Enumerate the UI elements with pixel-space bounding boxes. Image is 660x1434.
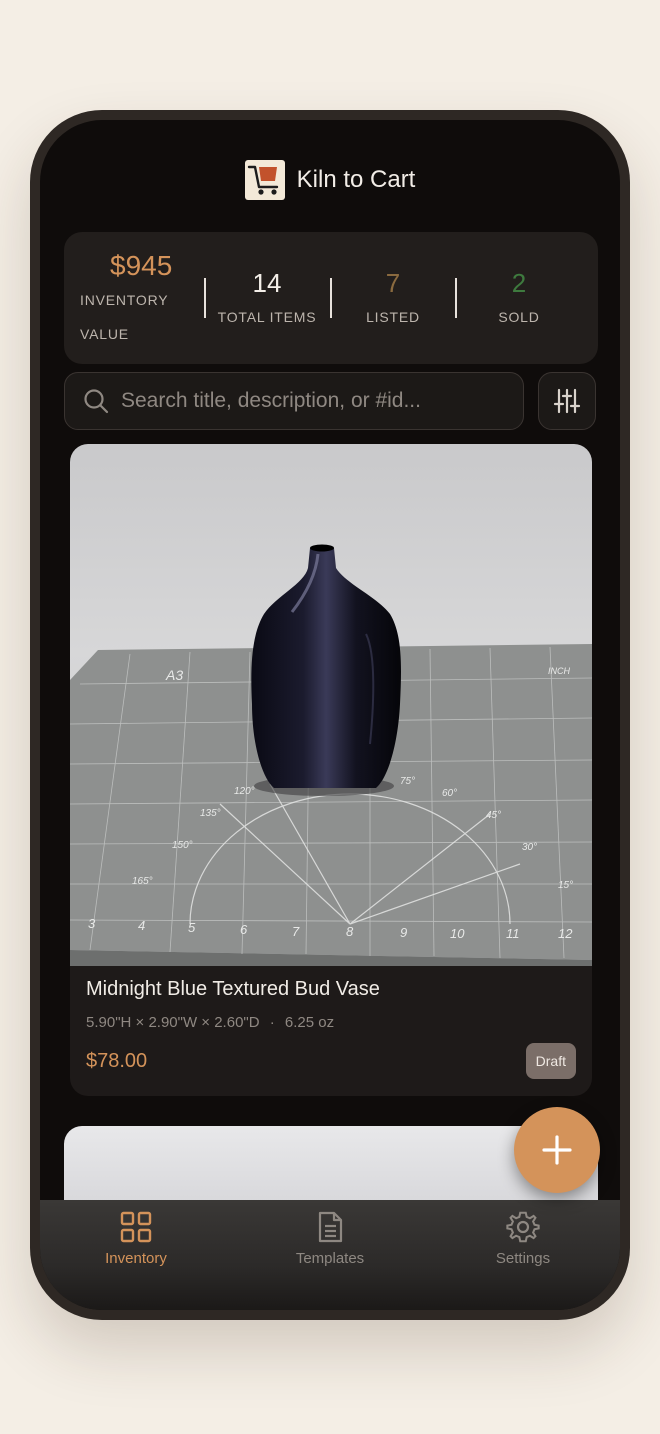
stat-divider (455, 278, 457, 318)
document-icon (318, 1211, 343, 1243)
add-item-button[interactable] (514, 1107, 600, 1193)
sliders-icon (553, 388, 581, 414)
stat-divider (204, 278, 206, 318)
tab-templates[interactable]: Templates (260, 1210, 400, 1267)
product-card[interactable]: A3 INCH 3 4 5 6 7 8 9 10 11 12 120° 135°… (70, 444, 592, 1096)
product-photo: A3 INCH 3 4 5 6 7 8 9 10 11 12 120° 135°… (70, 444, 592, 966)
status-badge: Draft (525, 1043, 576, 1079)
angle-label: 45° (486, 810, 501, 821)
stat-total-items: 14 TOTAL ITEMS (212, 268, 322, 325)
stat-inventory-value: $945 INVENTORY VALUE (72, 250, 212, 350)
tab-label: Settings (495, 1250, 551, 1267)
grid-icon (120, 1211, 152, 1243)
product-title: Midnight Blue Textured Bud Vase (86, 978, 380, 1000)
tab-label: Inventory (105, 1250, 167, 1267)
stat-divider (330, 278, 332, 318)
ruler-number: 11 (506, 926, 520, 941)
tab-settings[interactable]: Settings (453, 1210, 593, 1267)
angle-label: 15° (558, 880, 573, 891)
total-items-number: 14 (252, 268, 282, 298)
app-screen: Kiln to Cart $945 INVENTORY VALUE 14 TOT… (40, 120, 620, 1310)
ruler-number: 12 (558, 926, 573, 941)
angle-label: 60° (442, 788, 457, 799)
angle-label: 135° (200, 808, 221, 819)
angle-label: 165° (132, 876, 153, 887)
ruler-number: 5 (188, 920, 196, 935)
mat-sublabel: INCH (548, 666, 570, 676)
angle-label: 120° (234, 786, 255, 797)
stats-panel: $945 INVENTORY VALUE 14 TOTAL ITEMS 7 LI… (64, 232, 598, 364)
product-weight: 6.25 oz (284, 1014, 335, 1031)
inventory-value-label-2: VALUE (80, 326, 129, 342)
angle-label: 150° (172, 840, 193, 851)
sold-label: SOLD (498, 309, 540, 325)
product-meta: 5.90"H × 2.90"W × 2.60"D · 6.25 oz (86, 1014, 334, 1031)
sold-number: 2 (511, 268, 527, 298)
product-price: $78.00 (86, 1050, 148, 1072)
tab-inventory[interactable]: Inventory (66, 1210, 206, 1267)
listed-label: LISTED (366, 309, 420, 325)
ruler-number: 7 (292, 924, 300, 939)
ruler-number: 6 (240, 922, 248, 937)
search-icon (84, 389, 109, 414)
app-title: Kiln to Cart (296, 166, 416, 193)
plus-icon (542, 1135, 572, 1165)
stat-sold: 2 SOLD (464, 268, 574, 325)
tab-bar: Inventory Templates Settings (40, 1200, 620, 1310)
search-bar[interactable] (64, 372, 524, 430)
inventory-value-number: $945 (110, 250, 173, 281)
ruler-number: 9 (400, 925, 407, 940)
filter-button[interactable] (538, 372, 596, 430)
product-dimensions: 5.90"H × 2.90"W × 2.60"D (86, 1014, 260, 1031)
cart-logo-icon (244, 160, 285, 200)
phone-frame: Kiln to Cart $945 INVENTORY VALUE 14 TOT… (30, 110, 630, 1320)
stat-listed: 7 LISTED (338, 268, 448, 325)
inventory-value-label-1: INVENTORY (80, 292, 169, 308)
ruler-number: 10 (450, 926, 465, 941)
ruler-number: 3 (88, 916, 96, 931)
listed-number: 7 (385, 268, 401, 298)
app-header: Kiln to Cart (40, 160, 620, 200)
angle-label: 75° (400, 776, 415, 787)
mat-label: A3 (165, 667, 183, 683)
tab-label: Templates (295, 1250, 365, 1267)
ruler-number: 4 (138, 918, 145, 933)
gear-icon (506, 1211, 540, 1243)
ruler-number: 8 (346, 924, 354, 939)
angle-label: 30° (522, 842, 537, 853)
meta-separator: · (269, 1014, 275, 1031)
total-items-label: TOTAL ITEMS (217, 309, 317, 325)
search-input[interactable] (121, 389, 501, 413)
